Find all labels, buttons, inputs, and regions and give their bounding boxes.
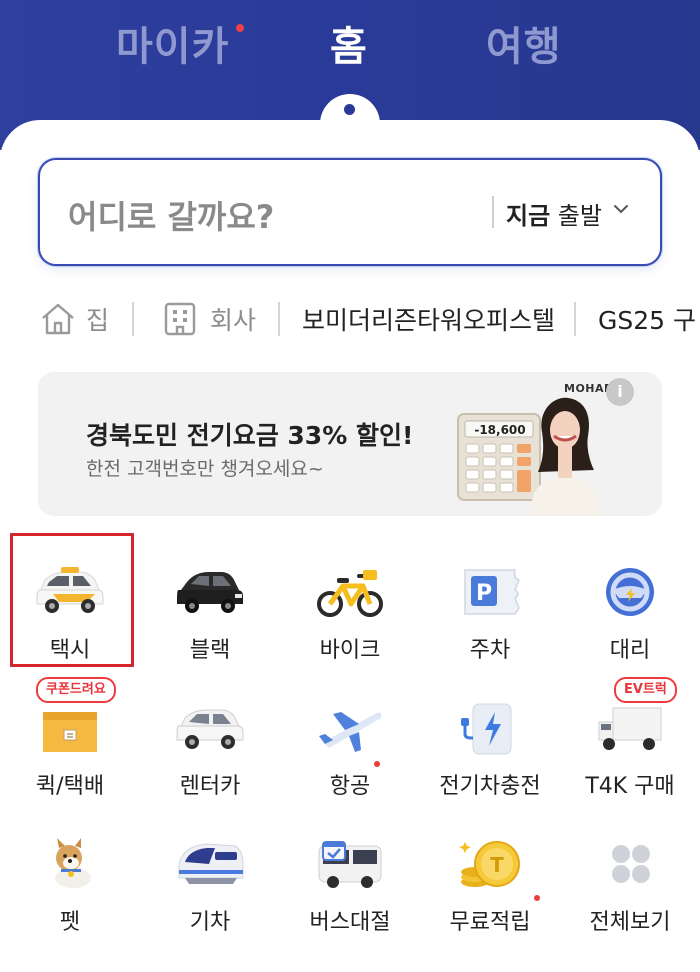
new-dot <box>374 761 380 767</box>
truck-icon <box>598 707 662 750</box>
service-label: 렌터카 <box>179 774 241 799</box>
ev-charger-icon <box>461 703 512 755</box>
active-tab-indicator <box>344 104 355 115</box>
bus-icon <box>318 841 382 888</box>
black-car-icon <box>177 572 243 613</box>
model-person-illustration <box>530 397 600 516</box>
svg-text:T: T <box>490 853 504 877</box>
service-free-points[interactable]: T 무료적립 <box>422 812 558 942</box>
service-bike[interactable]: 바이크 <box>282 540 418 670</box>
search-placeholder[interactable]: 어디로 갈까요? <box>68 192 274 238</box>
service-label: 펫 <box>59 910 81 935</box>
shortcut-place-label: GS25 구 <box>598 306 697 335</box>
info-icon[interactable]: i <box>606 378 634 406</box>
bike-icon <box>317 570 383 617</box>
train-icon <box>178 843 244 884</box>
service-label: 무료적립 <box>449 910 531 935</box>
service-bus-charter[interactable]: 버스대절 <box>282 812 418 942</box>
banner-title: 경북도민 전기요금 33% 할인! <box>86 421 414 450</box>
service-label: 대리 <box>609 638 651 663</box>
parking-icon: P <box>464 569 520 615</box>
service-parking[interactable]: P 주차 <box>422 540 558 670</box>
service-label: 택시 <box>49 638 91 663</box>
service-label: 전기차충전 <box>439 774 541 799</box>
service-label: 기차 <box>189 910 231 935</box>
shortcut-home-label: 집 <box>86 306 110 335</box>
svg-text:P: P <box>476 581 492 606</box>
tab-mycar-new-dot <box>236 24 244 32</box>
shortcut-place[interactable]: 보미더리즌타워오피스텔 <box>302 296 555 342</box>
ev-truck-badge: EV트럭 <box>614 677 677 703</box>
service-label: 블랙 <box>189 638 231 663</box>
service-flight[interactable]: 항공 <box>282 676 418 806</box>
building-icon <box>164 302 196 336</box>
depart-time-selector[interactable]: 지금 출발 <box>506 196 602 231</box>
service-pet[interactable]: 펫 <box>2 812 138 942</box>
service-label: 주차 <box>469 638 511 663</box>
dog-icon <box>55 838 91 888</box>
service-label: 퀵/택배 <box>35 774 105 799</box>
service-designated-driver[interactable]: 대리 <box>562 540 698 670</box>
banner-subtitle: 한전 고객번호만 챙겨오세요~ <box>86 458 324 480</box>
service-rental-car[interactable]: 렌터카 <box>142 676 278 806</box>
steering-wheel-icon <box>606 568 654 616</box>
grid-icon <box>612 845 650 883</box>
favorite-places-row: 집 회사 보미더리즌타워오피스텔 GS25 구 <box>38 296 700 342</box>
airplane-icon <box>319 712 382 752</box>
depart-label: 출발 <box>550 202 602 230</box>
tab-mycar[interactable]: 마이카 <box>116 14 229 72</box>
shortcut-home[interactable]: 집 <box>38 296 109 342</box>
coin-icon: T <box>459 841 520 887</box>
service-black[interactable]: 블랙 <box>142 540 278 670</box>
shortcut-office-label: 회사 <box>210 306 257 335</box>
tab-home[interactable]: 홈 <box>330 14 368 72</box>
service-ev-charging[interactable]: 전기차충전 <box>422 676 558 806</box>
new-dot <box>534 895 540 901</box>
calculator-display: -18,600 <box>474 423 525 437</box>
coupon-badge: 쿠폰드려요 <box>36 677 116 703</box>
shortcut-place-label: 보미더리즌타워오피스텔 <box>302 306 556 335</box>
service-view-all[interactable]: 전체보기 <box>562 812 698 942</box>
shortcut-place[interactable]: GS25 구 <box>598 296 696 342</box>
tab-travel[interactable]: 여행 <box>486 14 562 72</box>
service-label: 전체보기 <box>589 910 671 935</box>
service-label: 바이크 <box>319 638 381 663</box>
shortcut-divider <box>278 302 280 336</box>
home-icon <box>42 303 74 335</box>
service-train[interactable]: 기차 <box>142 812 278 942</box>
shortcut-divider <box>132 302 134 336</box>
destination-search-box[interactable]: 어디로 갈까요? 지금 출발 <box>38 158 662 266</box>
depart-now: 지금 <box>506 202 551 230</box>
search-divider <box>492 196 494 228</box>
service-taxi[interactable]: 택시 <box>2 540 138 670</box>
promo-banner[interactable]: 경북도민 전기요금 33% 할인! 한전 고객번호만 챙겨오세요~ -18,60… <box>38 372 662 516</box>
service-label: T4K 구매 <box>585 774 675 799</box>
parcel-box-icon <box>43 712 97 752</box>
shortcut-divider <box>574 302 576 336</box>
rental-car-icon <box>176 709 244 749</box>
service-label: 버스대절 <box>309 910 391 935</box>
shortcut-office[interactable]: 회사 <box>160 296 256 342</box>
chevron-down-icon <box>614 205 628 214</box>
taxi-icon <box>36 567 104 613</box>
service-label: 항공 <box>329 774 371 799</box>
